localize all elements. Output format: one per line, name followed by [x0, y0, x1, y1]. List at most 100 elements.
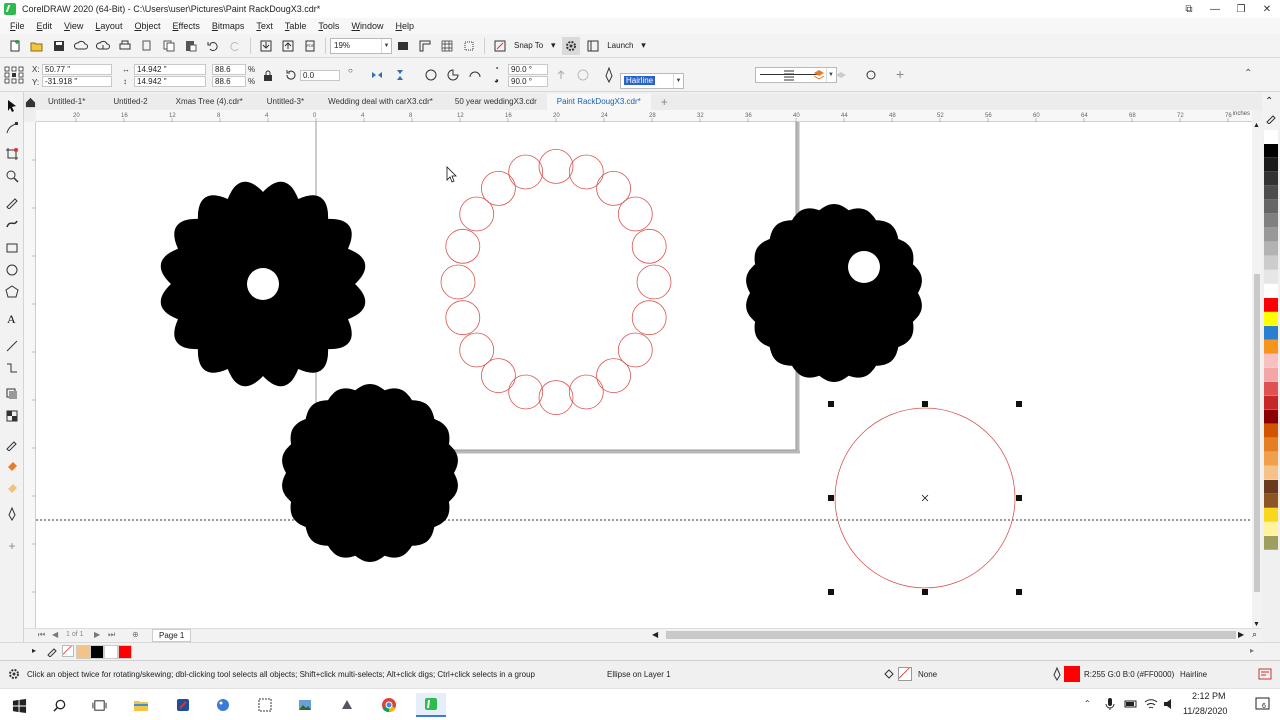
ellipse-tool-icon[interactable]	[4, 262, 20, 278]
palette-swatch[interactable]	[1264, 298, 1278, 312]
palette-swatch[interactable]	[1264, 256, 1278, 270]
app-paint-icon[interactable]	[208, 693, 238, 717]
menu-tools[interactable]: Tools	[312, 18, 345, 34]
restore-app-icon[interactable]: ⧉	[1176, 0, 1202, 18]
full-screen-preview-icon[interactable]	[394, 37, 412, 55]
convert-to-curves-icon[interactable]	[864, 68, 878, 82]
tab-wedding-deal[interactable]: Wedding deal with carX3.cdr*	[314, 94, 443, 110]
y-position-field[interactable]: -31.918 "	[42, 76, 112, 87]
zoom-level-combo[interactable]: 19% ▼	[330, 37, 392, 54]
clock-time[interactable]: 2:12 PM	[1192, 691, 1226, 701]
print-icon[interactable]	[116, 37, 134, 55]
menu-help[interactable]: Help	[389, 18, 420, 34]
import-icon[interactable]	[257, 37, 275, 55]
tray-chevron-icon[interactable]: ⌃	[1084, 699, 1091, 708]
palette-swatch[interactable]	[1264, 284, 1278, 298]
options-gear-icon[interactable]	[562, 36, 581, 55]
outline-pen-icon[interactable]	[603, 66, 615, 84]
launch-icon[interactable]	[584, 37, 602, 55]
crop-tool-icon[interactable]	[4, 146, 20, 162]
palette-swatch[interactable]	[1264, 340, 1278, 354]
palette-expand-icon[interactable]: ▸	[32, 646, 36, 655]
menu-object[interactable]: Object	[128, 18, 166, 34]
polygon-tool-icon[interactable]	[4, 284, 20, 300]
eyedropper-tool-icon[interactable]	[4, 436, 20, 452]
new-tab-icon[interactable]: +	[651, 94, 678, 110]
palette-swatch[interactable]	[1264, 480, 1278, 494]
last-page-icon[interactable]: ⏭	[108, 630, 115, 640]
text-wrap-icon[interactable]	[782, 68, 796, 82]
pen-edit-icon[interactable]	[1265, 112, 1277, 125]
export-icon[interactable]	[279, 37, 297, 55]
show-guidelines-icon[interactable]	[460, 37, 478, 55]
clock-date[interactable]: 11/28/2020	[1183, 706, 1227, 716]
snap-to-icon[interactable]	[491, 37, 509, 55]
close-button[interactable]: ✕	[1254, 0, 1280, 18]
palette-swatch[interactable]	[1264, 382, 1278, 396]
change-direction-icon[interactable]	[554, 68, 568, 82]
palette-swatch[interactable]	[1264, 200, 1278, 214]
arc-direction-icon[interactable]	[576, 68, 590, 82]
app-tool-icon[interactable]	[332, 693, 362, 717]
palette-swatch[interactable]	[1264, 354, 1278, 368]
palette-swatch[interactable]	[1264, 424, 1278, 438]
first-page-icon[interactable]: ⏮	[38, 630, 45, 640]
home-icon[interactable]	[22, 94, 38, 110]
cloud-share-icon[interactable]	[94, 37, 112, 55]
menu-file[interactable]: File	[4, 18, 31, 34]
fill-none-swatch[interactable]	[898, 667, 912, 681]
document-color-swatch[interactable]	[104, 645, 118, 659]
outline-width-chevron-icon[interactable]: ▼	[673, 73, 683, 88]
freehand-tool-icon[interactable]	[4, 194, 20, 210]
app-photo-icon[interactable]	[290, 693, 320, 717]
palette-swatch[interactable]	[1264, 326, 1278, 340]
chevron-down-icon[interactable]: ▼	[381, 38, 391, 53]
palette-swatch[interactable]	[1264, 536, 1278, 550]
shape-tool-icon[interactable]	[4, 120, 20, 136]
to-back-icon[interactable]	[834, 68, 848, 82]
palette-swatch[interactable]	[1264, 130, 1278, 144]
status-gear-icon[interactable]	[7, 667, 21, 681]
parallel-dimension-tool-icon[interactable]	[4, 338, 20, 354]
outline-pen-tool-icon[interactable]	[4, 506, 20, 522]
end-angle-field[interactable]: 90.0 °	[508, 76, 548, 87]
palette-swatch[interactable]	[1264, 368, 1278, 382]
copy-icon[interactable]	[160, 37, 178, 55]
mirror-horizontal-icon[interactable]	[370, 68, 384, 82]
palette-swatch[interactable]	[1264, 452, 1278, 466]
ruler-corner[interactable]	[24, 110, 36, 122]
no-color-swatch[interactable]	[62, 645, 74, 657]
mirror-vertical-icon[interactable]	[393, 68, 407, 82]
quick-help-icon[interactable]	[1258, 667, 1272, 681]
launch-label[interactable]: Launch	[607, 41, 633, 50]
horizontal-ruler[interactable]: 20 16 12 8 4 0 4 8 12 16 20 24 28 32 36 40 44 48 52 56 60 64 6…	[36, 110, 1252, 122]
quick-customize-icon[interactable]: +	[4, 538, 20, 554]
page-1-tab[interactable]: Page 1	[152, 629, 192, 642]
menu-bitmaps[interactable]: Bitmaps	[206, 18, 251, 34]
to-front-icon[interactable]	[812, 68, 826, 82]
wifi-icon[interactable]	[1144, 697, 1158, 711]
chevron-up-icon[interactable]: ⌃	[1265, 96, 1273, 107]
menu-window[interactable]: Window	[345, 18, 389, 34]
tab-untitled-1[interactable]: Untitled-1*	[38, 94, 95, 110]
tab-untitled-3[interactable]: Untitled-3*	[253, 94, 314, 110]
scale-height-field[interactable]: 88.6	[212, 76, 246, 87]
menu-effects[interactable]: Effects	[166, 18, 205, 34]
palette-swatch[interactable]	[1264, 466, 1278, 480]
coreldraw-taskbar-icon[interactable]	[416, 693, 446, 717]
horizontal-scroll-thumb[interactable]	[666, 631, 1236, 639]
save-icon[interactable]	[50, 37, 68, 55]
prev-page-icon[interactable]: ◀	[52, 630, 58, 639]
reference-point-icon[interactable]	[3, 65, 25, 85]
scroll-down-icon[interactable]: ▼	[1253, 621, 1260, 628]
next-page-icon[interactable]: ▶	[94, 630, 100, 639]
palette-swatch[interactable]	[1264, 522, 1278, 536]
show-grid-icon[interactable]	[438, 37, 456, 55]
document-palette-scroll-icon[interactable]: ▸	[1250, 646, 1254, 655]
add-page-icon[interactable]: ⊕	[132, 630, 139, 639]
outline-width-combo[interactable]: Hairline ▼	[620, 72, 684, 89]
new-document-icon[interactable]	[6, 37, 24, 55]
palette-swatch[interactable]	[1264, 228, 1278, 242]
cut-icon[interactable]	[138, 37, 156, 55]
start-angle-field[interactable]: 90.0 °	[508, 64, 548, 75]
